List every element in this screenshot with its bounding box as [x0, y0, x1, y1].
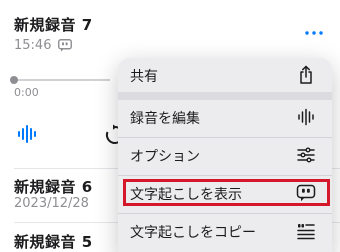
recording-time: 15:46 — [14, 38, 52, 53]
recording-title: 新規録音 5 — [14, 233, 93, 251]
copy-transcript-icon — [297, 224, 315, 240]
menu-item-copy-transcript[interactable]: 文字起こしをコピー — [118, 214, 332, 248]
recording-title: 新規録音 6 — [14, 178, 93, 196]
more-options-icon[interactable] — [304, 28, 324, 38]
sliders-icon — [297, 147, 315, 163]
waveform-icon — [298, 108, 314, 126]
share-icon — [300, 65, 312, 84]
menu-item-label: オプション — [130, 149, 200, 165]
menu-item-label: 共有 — [130, 69, 158, 85]
menu-item-edit-recording[interactable]: 録音を編集 — [118, 100, 332, 134]
recording-title: 新規録音 7 — [14, 16, 93, 34]
menu-item-options[interactable]: オプション — [118, 138, 332, 172]
transcript-icon — [58, 39, 72, 52]
menu-item-share[interactable]: 共有 — [118, 58, 332, 92]
context-menu: 共有 録音を編集 オプション 文字起こしを表示 文字起こしをコピー — [118, 58, 332, 252]
scrubber-thumb[interactable] — [10, 76, 18, 84]
highlight-box — [123, 179, 330, 206]
menu-item-label: 文字起こしをコピー — [130, 225, 256, 241]
elapsed-time: 0:00 — [14, 86, 39, 99]
playback-scrubber[interactable] — [14, 79, 110, 81]
waveform-edit-icon[interactable] — [16, 124, 38, 144]
recording-date: 2023/12/28 — [14, 196, 89, 211]
menu-section-gap — [118, 92, 332, 100]
menu-item-label: 録音を編集 — [130, 111, 200, 127]
